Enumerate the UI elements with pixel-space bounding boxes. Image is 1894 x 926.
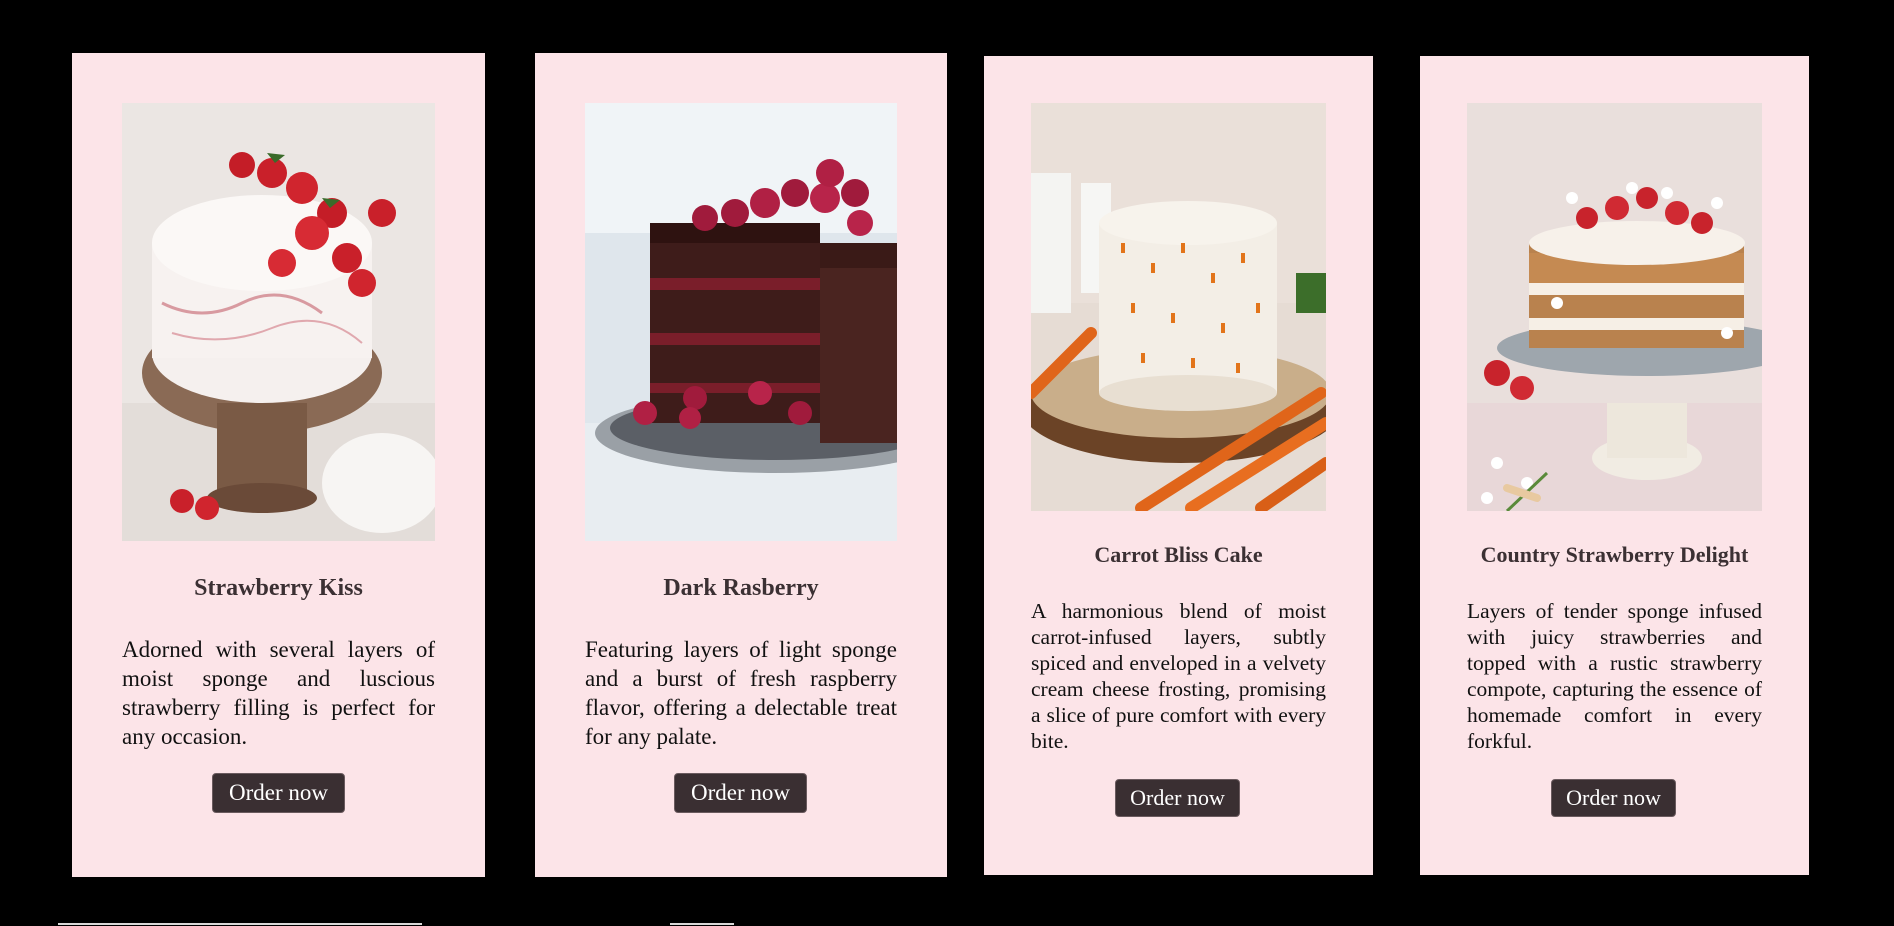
card-title: Dark Rasberry (663, 575, 819, 601)
order-now-button[interactable]: Order now (212, 773, 345, 813)
card-title: Carrot Bliss Cake (1094, 542, 1263, 567)
card-description: A harmonious blend of moist carrot-infus… (1031, 599, 1326, 753)
card-title: Strawberry Kiss (194, 575, 363, 601)
card-description: Adorned with several layers of moist spo… (122, 637, 435, 749)
card-description: Featuring layers of light sponge and a b… (585, 637, 897, 749)
scroll-edge-divider (58, 923, 422, 925)
card-title: Country Strawberry Delight (1480, 542, 1749, 567)
product-card-country-strawberry-delight: Country Strawberry Delight Layers of ten… (1420, 56, 1809, 875)
carrot-cake-image (1031, 103, 1326, 511)
scroll-edge-divider (670, 923, 734, 925)
naked-strawberry-cake-image (1467, 103, 1762, 511)
order-now-button[interactable]: Order now (1551, 779, 1676, 817)
product-card-carrot-bliss-cake: Carrot Bliss Cake A harmonious blend of … (984, 56, 1373, 875)
order-now-button[interactable]: Order now (1115, 779, 1240, 817)
strawberry-cake-image (122, 103, 435, 541)
raspberry-chocolate-cake-image (585, 103, 897, 541)
product-card-dark-rasberry: Dark Rasberry Featuring layers of light … (535, 53, 947, 877)
card-description: Layers of tender sponge infused with jui… (1467, 599, 1762, 753)
order-now-button[interactable]: Order now (674, 773, 807, 813)
product-card-strawberry-kiss: Strawberry Kiss Adorned with several lay… (72, 53, 485, 877)
